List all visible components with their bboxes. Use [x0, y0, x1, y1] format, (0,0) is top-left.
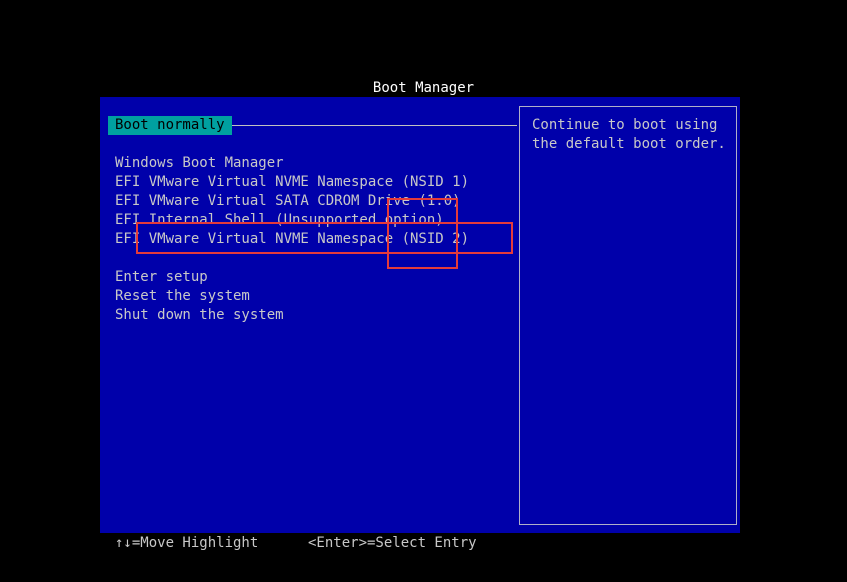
boot-manager-screen: Boot Manager Continue to boot using the … — [0, 0, 847, 582]
menu-item-sata-cdrom[interactable]: EFI VMware Virtual SATA CDROM Drive (1.0… — [115, 192, 461, 211]
select-entry-hint: <Enter>=Select Entry — [308, 535, 477, 551]
menu-item-internal-shell[interactable]: EFI Internal Shell (Unsupported option) — [115, 211, 444, 230]
menu-item-shut-down[interactable]: Shut down the system — [115, 306, 284, 325]
menu-item-nvme-nsid2[interactable]: EFI VMware Virtual NVME Namespace (NSID … — [115, 230, 469, 249]
menu-item-reset-system[interactable]: Reset the system — [115, 287, 250, 306]
menu-item-boot-normally[interactable]: Boot normally — [108, 116, 232, 135]
help-box — [519, 106, 737, 525]
help-text: Continue to boot using the default boot … — [532, 117, 726, 152]
move-highlight-hint: ↑↓=Move Highlight — [115, 535, 259, 551]
menu-item-windows-boot-manager[interactable]: Windows Boot Manager — [115, 154, 284, 173]
menu-item-nvme-nsid1[interactable]: EFI VMware Virtual NVME Namespace (NSID … — [115, 173, 469, 192]
page-title: Boot Manager — [372, 80, 475, 96]
menu-item-enter-setup[interactable]: Enter setup — [115, 268, 208, 287]
divider-line — [226, 125, 517, 126]
